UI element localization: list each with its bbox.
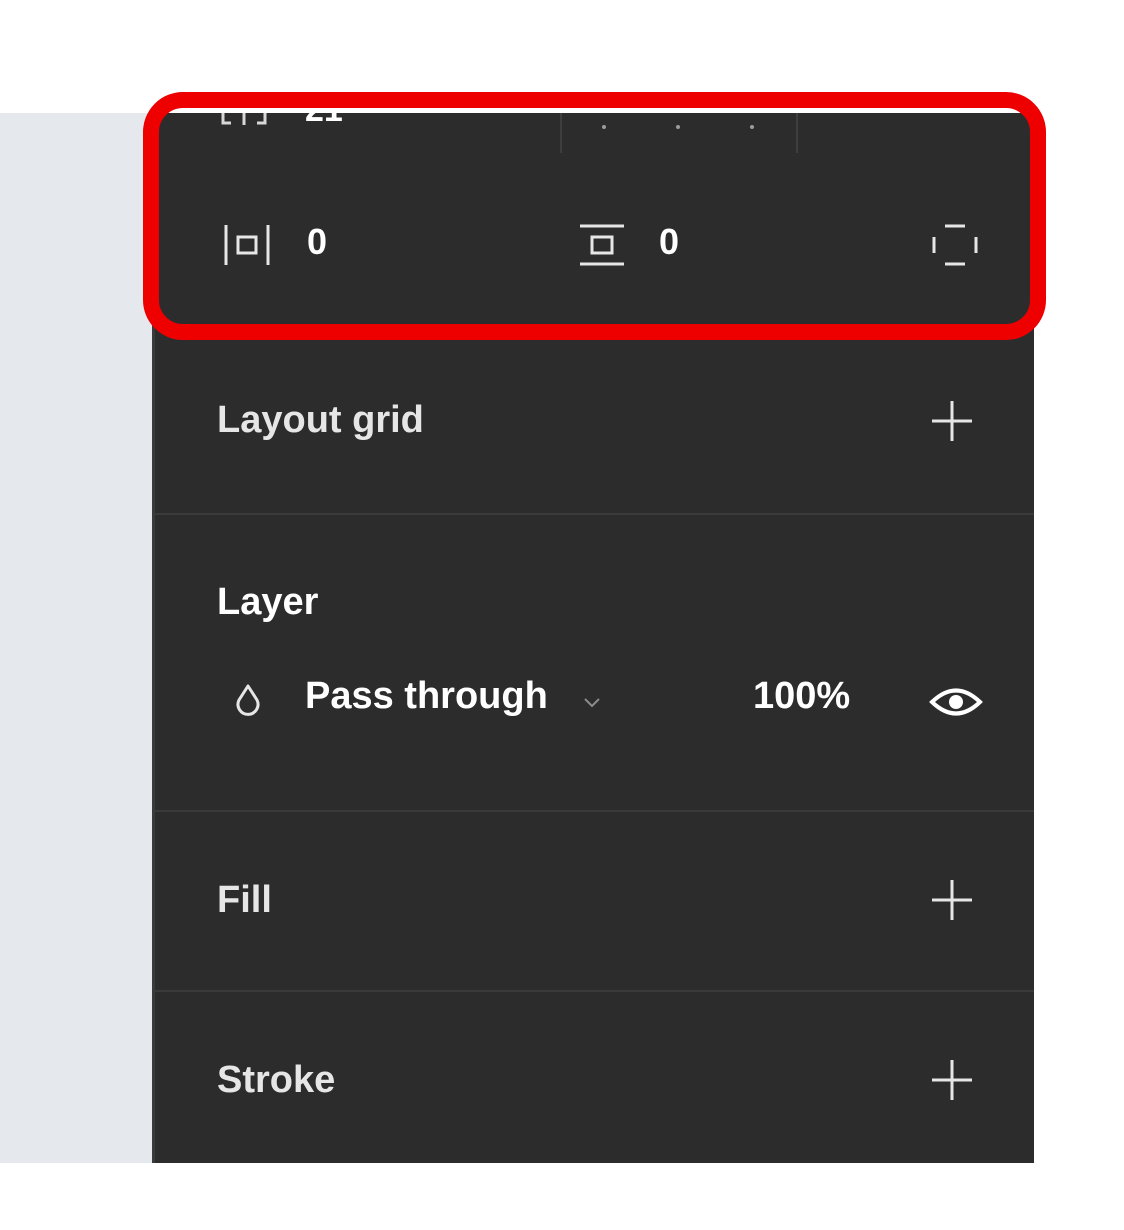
add-layout-grid-button[interactable] <box>929 398 975 444</box>
stroke-title: Stroke <box>217 1059 336 1101</box>
horizontal-padding-input[interactable]: 0 <box>307 221 327 263</box>
chevron-down-icon[interactable] <box>583 697 601 709</box>
section-divider <box>155 990 1034 992</box>
alignment-box[interactable] <box>560 113 798 153</box>
opacity-input[interactable]: 100% <box>753 675 850 718</box>
vertical-padding-input[interactable]: 0 <box>659 221 679 263</box>
add-stroke-button[interactable] <box>929 1057 975 1103</box>
layout-grid-title: Layout grid <box>217 399 424 441</box>
padding-row: 0 0 <box>155 203 1034 283</box>
section-divider <box>155 810 1034 812</box>
auto-layout-top-row: 21 <box>155 113 1034 153</box>
layer-row: Pass through 100% <box>155 673 1034 743</box>
properties-panel: 21 0 0 Layout grid <box>152 113 1034 1163</box>
vertical-padding-icon <box>580 224 624 266</box>
layer-title: Layer <box>217 581 319 623</box>
spacing-value[interactable]: 21 <box>305 113 343 130</box>
blend-mode-dropdown[interactable]: Pass through <box>305 675 548 718</box>
add-fill-button[interactable] <box>929 877 975 923</box>
eye-icon[interactable] <box>929 685 983 719</box>
fill-title: Fill <box>217 879 272 921</box>
canvas-area[interactable] <box>0 113 152 1163</box>
independent-padding-icon[interactable] <box>931 223 979 267</box>
drop-icon[interactable] <box>233 683 263 721</box>
horizontal-padding-icon <box>224 225 270 265</box>
spacing-icon <box>221 113 267 125</box>
section-divider <box>155 513 1034 515</box>
